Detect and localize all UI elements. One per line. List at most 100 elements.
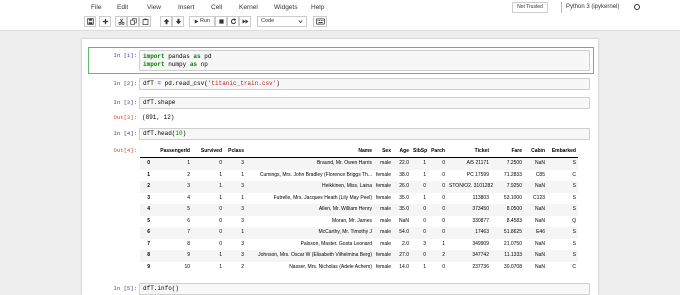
table-cell: 0	[442, 183, 445, 189]
interrupt-button[interactable]	[215, 16, 227, 27]
table-cell: 38.0	[399, 171, 409, 178]
code-line: dfT.info()	[143, 285, 180, 292]
table-cell: male	[380, 217, 391, 224]
table-cell: S	[572, 183, 576, 189]
table-cell: 7.9250	[506, 183, 522, 189]
table-cell: 1	[219, 194, 222, 201]
table-cell: 0	[442, 194, 445, 201]
input-prompt: In [2]:	[113, 80, 138, 87]
table-cell: 0	[219, 240, 222, 247]
table-cell: 27.0	[399, 252, 409, 258]
restart-run-all-button[interactable]	[239, 16, 251, 27]
table-cell: 22.0	[399, 160, 409, 166]
fast-forward-icon	[242, 19, 248, 24]
table-row: 2 3 1 3 Heikkinen, Miss. Laina female 26.0 0 0 ST…	[140, 181, 578, 193]
table-cell: 1	[219, 263, 222, 270]
menu-view[interactable]: View	[147, 3, 161, 12]
table-cell: female	[376, 252, 392, 258]
menu-cell[interactable]: Cell	[211, 3, 222, 12]
table-row-index: 0	[147, 160, 150, 166]
save-button[interactable]	[84, 16, 96, 27]
table-cell: NaN	[534, 160, 545, 166]
code-input[interactable]: dfT.shape	[139, 97, 590, 109]
table-cell: 1	[219, 183, 222, 189]
play-icon	[194, 19, 199, 24]
cell-type-select[interactable]: Code	[257, 16, 307, 27]
copy-button[interactable]	[127, 16, 139, 27]
move-up-button[interactable]	[160, 16, 172, 27]
stop-icon	[218, 19, 224, 24]
paste-button[interactable]	[139, 16, 151, 27]
table-cell: STON/O2. 3101282	[449, 183, 494, 189]
table-cell: 373450	[472, 206, 489, 212]
menu-help[interactable]: Help	[311, 3, 324, 12]
menu-insert[interactable]: Insert	[178, 3, 194, 12]
table-cell: 11.1333	[504, 252, 522, 258]
table-row-index: 9	[147, 263, 150, 270]
table-cell: female	[376, 171, 392, 178]
code-input[interactable]: dfT.head(10)	[139, 128, 590, 140]
menu-kernel[interactable]: Kernel	[239, 3, 258, 12]
table-cell: 1	[187, 160, 190, 166]
output-prompt: Out[3]:	[113, 114, 138, 121]
table-cell: 2	[442, 252, 445, 258]
table-cell: S	[572, 194, 576, 201]
table-column-header: Age	[393, 145, 411, 158]
cut-icon	[118, 18, 124, 25]
table-cell: Futrelle, Mrs. Jacques Heath (Lily May P…	[273, 194, 372, 201]
table-index-header	[140, 145, 152, 158]
table-cell: E46	[536, 229, 545, 235]
table-cell: 3	[241, 206, 244, 212]
kernel-status-icon	[634, 4, 640, 10]
table-cell: 1	[241, 194, 244, 201]
table-cell: 0	[423, 217, 426, 224]
menu-widgets[interactable]: Widgets	[274, 3, 297, 12]
table-cell: Allen, Mr. William Henry	[318, 206, 372, 212]
table-cell: 3	[423, 240, 426, 247]
command-palette-button[interactable]	[313, 16, 327, 27]
output-prompt: Out[4]:	[113, 147, 138, 154]
run-button[interactable]: Run	[189, 16, 215, 27]
table-row-index: 5	[147, 217, 150, 224]
table-row: 3 4 1 1 Futrelle, Mrs. Jacques Heath (Lily M…	[140, 193, 578, 205]
table-cell: 1	[241, 229, 244, 235]
table-cell: 0	[442, 263, 445, 270]
code-input[interactable]: dfT.info()	[139, 283, 590, 295]
table-cell: C123	[533, 194, 545, 201]
insert-cell-button[interactable]	[99, 16, 111, 27]
table-column-header: Name	[246, 145, 374, 158]
table-column-header: Survived	[192, 145, 224, 158]
menu-file[interactable]: File	[91, 3, 101, 12]
table-cell: 51.8625	[503, 229, 522, 235]
dataframe-table: PassengerId Survived Pclass Name Sex Age SibSp…	[140, 145, 578, 273]
table-cell: 1	[442, 240, 445, 247]
table-cell: 26.0	[399, 183, 409, 189]
cut-button[interactable]	[115, 16, 127, 27]
table-row-index: 6	[147, 229, 150, 235]
restart-button[interactable]	[227, 16, 239, 27]
table-cell: 1	[423, 194, 426, 201]
table-cell: McCarthy, Mr. Timothy J	[318, 229, 372, 235]
move-down-button[interactable]	[172, 16, 184, 27]
table-cell: 54.0	[399, 229, 409, 235]
table-cell: Heikkinen, Miss. Laina	[321, 183, 372, 189]
table-column-header: Ticket	[447, 145, 491, 158]
code-input[interactable]: dfT = pd.read_csv('titanic_train.csv')	[139, 78, 590, 90]
table-column-header: PassengerId	[152, 145, 192, 158]
table-cell: 8.4583	[506, 217, 522, 224]
menu-edit[interactable]: Edit	[117, 3, 128, 12]
trust-button[interactable]: Not Trusted	[512, 2, 548, 13]
table-row-index: 1	[147, 171, 150, 178]
table-cell: 0	[442, 171, 445, 178]
table-cell: NaN	[534, 240, 545, 247]
table-cell: C85	[535, 171, 545, 178]
table-row: 8 9 1 3 Johnson, Mrs. Oscar W (Elisabeth Vil…	[140, 250, 578, 262]
run-button-label: Run	[199, 18, 211, 24]
code-input[interactable]: import pandas as pd import numpy as np	[139, 50, 590, 71]
table-cell: 3	[241, 252, 244, 258]
table-cell: 7.2500	[506, 160, 522, 166]
keyboard-icon	[315, 18, 325, 25]
table-cell: 9	[187, 252, 190, 258]
paste-icon	[142, 18, 148, 25]
table-column-header: Embarked	[547, 145, 578, 158]
